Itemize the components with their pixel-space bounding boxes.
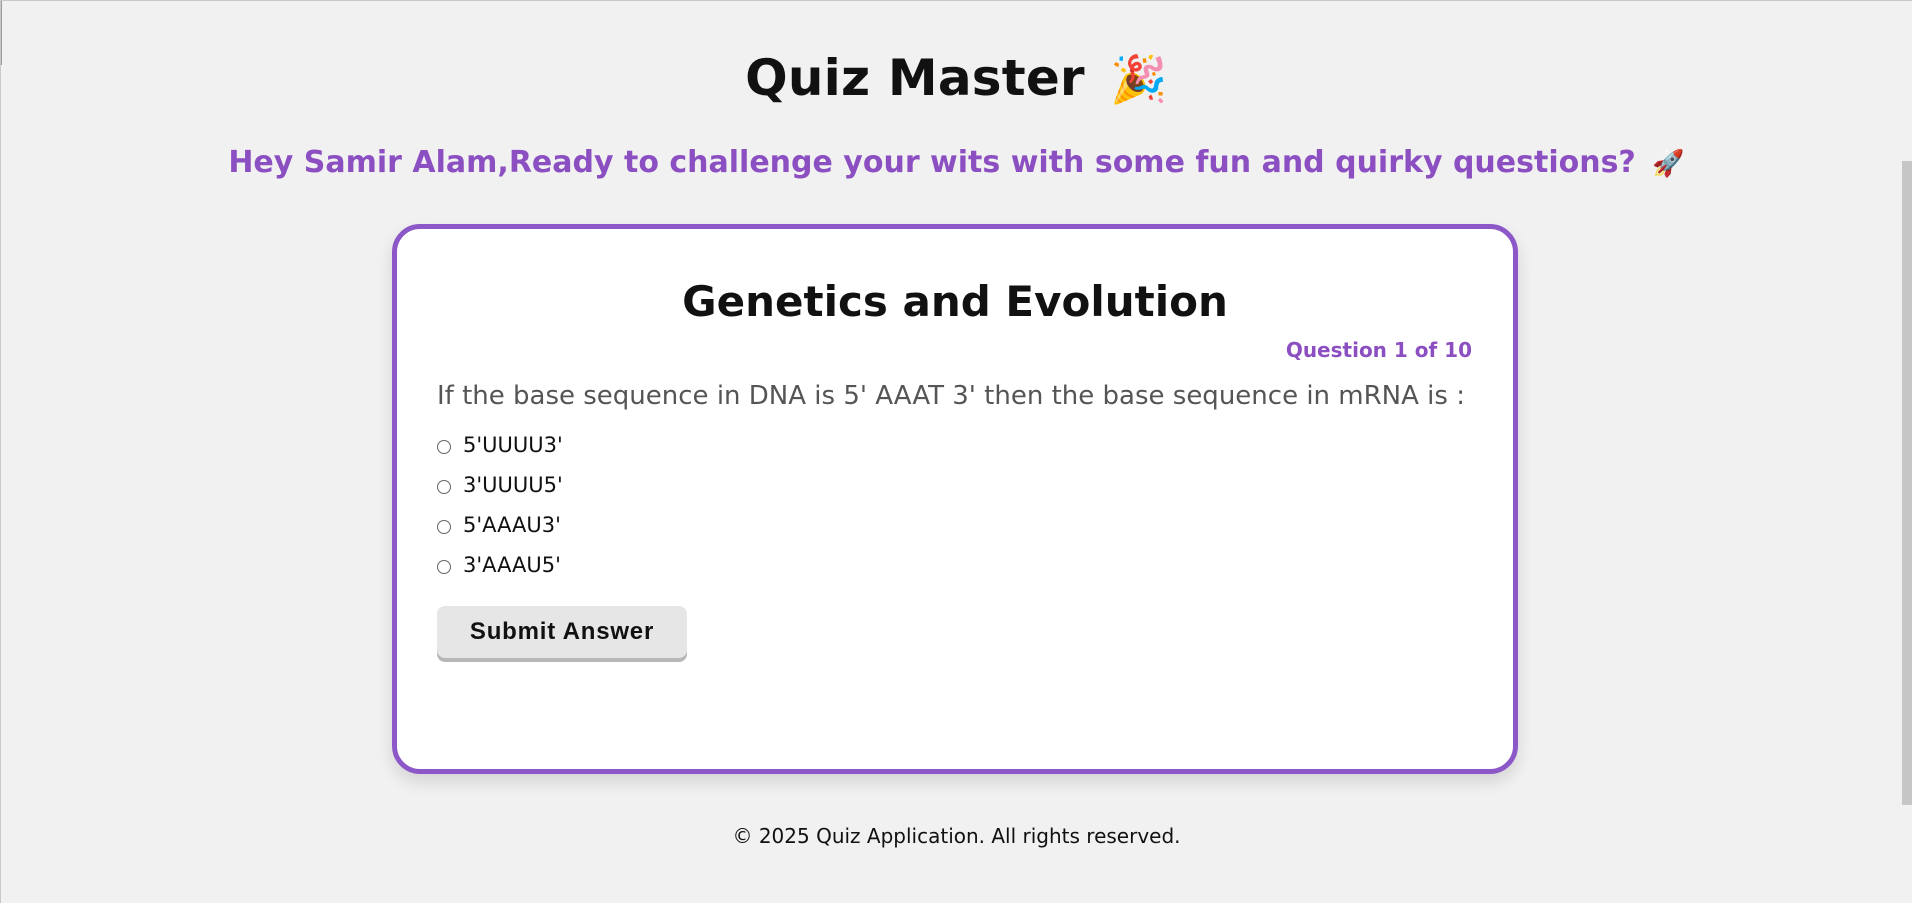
option-label[interactable]: 5'UUUU3' [463, 433, 563, 457]
scrollbar-thumb[interactable] [1902, 161, 1912, 805]
answer-option[interactable]: 5'AAAU3' [437, 513, 937, 553]
party-popper-icon: 🎉 [1110, 52, 1168, 106]
greeting-message: Hey Samir Alam,Ready to challenge your w… [1, 145, 1912, 180]
answer-option[interactable]: 3'UUUU5' [437, 473, 937, 513]
page-title: Quiz Master 🎉 [1, 49, 1912, 107]
page-title-text: Quiz Master [745, 49, 1085, 107]
radio-button[interactable] [437, 560, 451, 574]
radio-button[interactable] [437, 520, 451, 534]
answer-option[interactable]: 5'UUUU3' [437, 433, 937, 473]
quiz-card: Genetics and Evolution Question 1 of 10 … [392, 224, 1518, 774]
radio-button[interactable] [437, 480, 451, 494]
rocket-icon: 🚀 [1652, 149, 1685, 179]
option-label[interactable]: 3'UUUU5' [463, 473, 563, 497]
question-counter: Question 1 of 10 [1285, 338, 1472, 362]
quiz-page: Quiz Master 🎉 Hey Samir Alam,Ready to ch… [0, 0, 1912, 903]
radio-button[interactable] [437, 440, 451, 454]
answer-option[interactable]: 3'AAAU5' [437, 553, 937, 593]
footer-copyright: © 2025 Quiz Application. All rights rese… [732, 824, 1181, 848]
question-text: If the base sequence in DNA is 5' AAAT 3… [437, 381, 1465, 411]
option-label[interactable]: 5'AAAU3' [463, 513, 561, 537]
vertical-scrollbar[interactable] [1902, 1, 1912, 903]
greeting-text: Hey Samir Alam,Ready to challenge your w… [228, 145, 1636, 180]
quiz-topic-title: Genetics and Evolution [682, 277, 1228, 326]
answer-options: 5'UUUU3' 3'UUUU5' 5'AAAU3' 3'AAAU5' [437, 433, 937, 593]
option-label[interactable]: 3'AAAU5' [463, 553, 561, 577]
submit-answer-button[interactable]: Submit Answer [437, 606, 687, 658]
